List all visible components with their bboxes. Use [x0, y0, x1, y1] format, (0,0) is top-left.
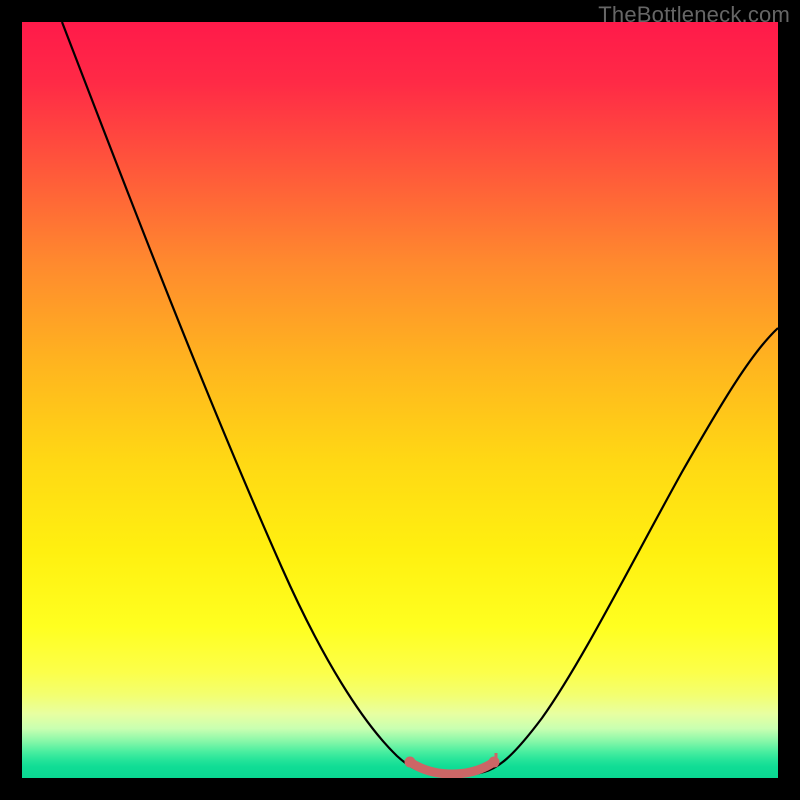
- watermark-text: TheBottleneck.com: [598, 2, 790, 28]
- chart-svg: [22, 22, 778, 778]
- bottom-marker-band: [405, 753, 499, 774]
- chart-frame: TheBottleneck.com: [0, 0, 800, 800]
- main-curve: [62, 22, 778, 775]
- plot-area: [22, 22, 778, 778]
